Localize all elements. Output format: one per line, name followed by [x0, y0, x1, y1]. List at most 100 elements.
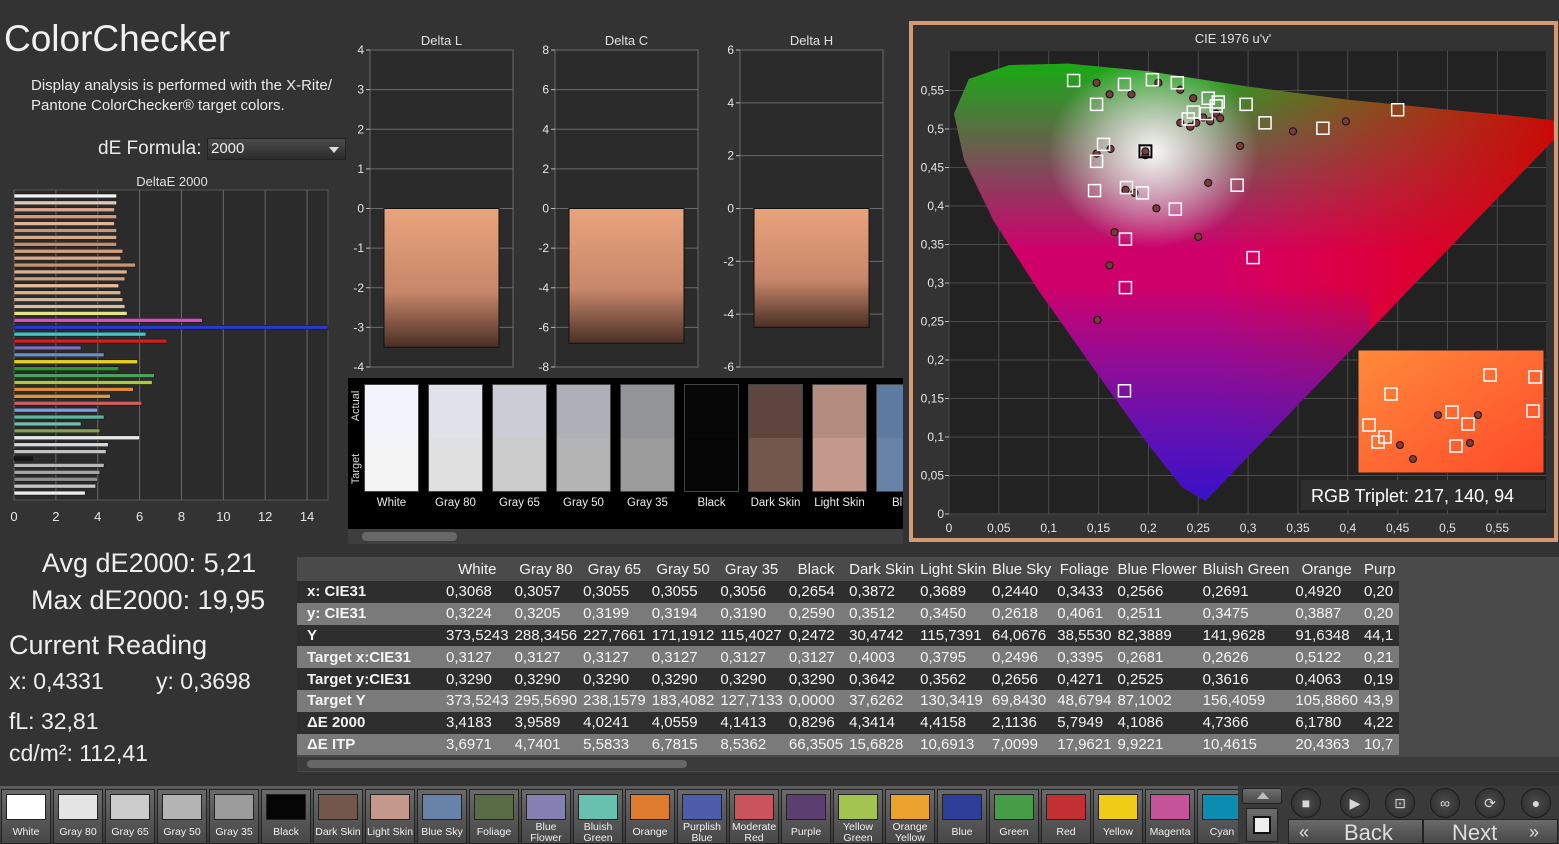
patch-swatch [1150, 794, 1190, 820]
table-cell: 0,0000 [785, 689, 847, 712]
patch-button[interactable]: Bluish Green [573, 789, 623, 844]
refresh-button[interactable]: ⟳ [1475, 788, 1505, 818]
table-column-header[interactable]: Blue Sky [989, 557, 1055, 581]
patch-button[interactable]: White [1, 789, 51, 844]
swatch-pair [684, 384, 739, 492]
table-column-header[interactable]: Orange [1292, 557, 1361, 581]
record-stop-icon: ■ [1301, 795, 1311, 811]
delta-chart-1: Delta C 8 6 4 2 0 -2 -4 -6 -8 [538, 33, 699, 374]
cie-y-tick-label: 0,05 [921, 469, 945, 483]
patch-button[interactable]: Blue [937, 789, 987, 844]
table-cell: 0,21 [1360, 646, 1399, 669]
swatch-target [877, 438, 903, 491]
table-column-header[interactable]: Gray 35 [717, 557, 786, 581]
table-column-header[interactable]: Gray 80 [511, 557, 581, 581]
swatch-target [557, 438, 610, 491]
cie-y-tick-label: 0,55 [921, 84, 945, 98]
record-dot-button[interactable]: ● [1521, 788, 1551, 818]
patch-button[interactable]: Gray 80 [53, 789, 103, 844]
patch-button[interactable]: Green [989, 789, 1039, 844]
double-chevron-right-icon: » [1529, 822, 1540, 842]
cie-actual-point [1186, 122, 1195, 131]
patch-button[interactable]: Magenta [1145, 789, 1195, 844]
table-column-header[interactable]: Foliage [1054, 557, 1115, 581]
patch-button[interactable]: Dark Skin [313, 789, 363, 844]
delta-tick-label: -6 [538, 320, 549, 334]
scroll-up-button[interactable] [1242, 788, 1282, 804]
table-cell: 0,8296 [785, 711, 847, 734]
cie-actual-point [1141, 147, 1150, 156]
patch-label: Black [273, 826, 299, 838]
table-row: Y 373,5243 288,3456 227,7661 171,1912 115,402… [297, 624, 1399, 647]
results-table-scrollbar[interactable] [297, 757, 1559, 771]
de-formula-select[interactable]: 2000 [207, 138, 346, 160]
table-cell: 6,7815 [648, 733, 718, 756]
table-column-header[interactable]: Light Skin [917, 557, 990, 581]
swatch-strip-scroll-thumb[interactable] [362, 532, 457, 541]
table-cell: 227,7661 [580, 624, 649, 647]
deltae-bar [13, 483, 96, 489]
delta-tick-label: 0 [542, 202, 549, 216]
patch-button[interactable]: Red [1041, 789, 1091, 844]
table-cell: 0,2496 [989, 646, 1055, 669]
table-column-header[interactable]: Bluish Green [1199, 557, 1293, 581]
next-button[interactable]: Next » [1423, 819, 1558, 844]
app-window: ColorChecker Display analysis is perform… [0, 0, 1559, 844]
deltae-bar [13, 366, 119, 371]
table-cell: 0,3057 [511, 581, 581, 603]
table-cell: 69,8430 [989, 689, 1055, 712]
table-column-header[interactable]: Dark Skin [846, 557, 918, 581]
patch-button[interactable]: Light Skin [365, 789, 415, 844]
patch-button[interactable]: Orange Yellow [885, 789, 935, 844]
table-cell: 9,9221 [1114, 733, 1200, 756]
deltae-bar [13, 449, 107, 454]
table-cell: 3,6971 [443, 733, 512, 756]
table-column-header[interactable]: Blue Flower [1114, 557, 1200, 581]
deltae-bar [13, 456, 34, 461]
cie-y-tick-label: 0,35 [921, 238, 945, 252]
table-column-header[interactable]: Black [785, 557, 847, 581]
table-cell: 0,3127 [511, 646, 581, 669]
patch-button[interactable]: Gray 50 [157, 789, 207, 844]
record-button[interactable]: ■ [1291, 788, 1321, 818]
stop-button[interactable] [1246, 808, 1278, 842]
table-column-header[interactable]: Gray 65 [580, 557, 649, 581]
table-row: Target x:CIE31 0,3127 0,3127 0,3127 0,3127 0,… [297, 646, 1399, 669]
patch-button[interactable]: Purple [781, 789, 831, 844]
back-button[interactable]: « Back [1288, 819, 1423, 844]
delta-tick-label: 4 [542, 122, 549, 136]
patch-button[interactable]: Yellow Green [833, 789, 883, 844]
patch-button[interactable]: Blue Flower [521, 789, 571, 844]
patch-button[interactable]: Yellow [1093, 789, 1143, 844]
table-cell: 0,2656 [989, 668, 1055, 690]
play-button[interactable]: ▶ [1340, 788, 1370, 818]
patch-button[interactable]: Gray 35 [209, 789, 259, 844]
cie-actual-point [1152, 204, 1161, 213]
patch-button[interactable]: Blue Sky [417, 789, 467, 844]
frame-button[interactable]: ⊡ [1385, 788, 1415, 818]
swatch-strip-scrollbar[interactable] [348, 529, 903, 544]
table-cell: 0,4920 [1292, 581, 1361, 603]
loop-button[interactable]: ∞ [1430, 788, 1460, 818]
table-column-header[interactable]: White [443, 557, 512, 581]
patch-button[interactable]: Orange [625, 789, 675, 844]
patch-button[interactable]: Purplish Blue [677, 789, 727, 844]
deltae-bar [13, 228, 117, 233]
patch-button[interactable]: Gray 65 [105, 789, 155, 844]
table-cell: 3,4183 [443, 711, 512, 734]
table-row-header: Target Y [297, 689, 443, 712]
deltae-bar [13, 380, 153, 385]
table-column-header[interactable]: Purp [1360, 557, 1399, 581]
patch-label: Gray 80 [59, 826, 97, 838]
table-column-header[interactable]: Gray 50 [648, 557, 718, 581]
current-cdm2: cd/m²: 112,41 [9, 740, 148, 766]
table-cell: 0,3290 [511, 668, 581, 690]
patch-button[interactable]: Black [261, 789, 311, 844]
patch-button[interactable]: Foliage [469, 789, 519, 844]
patch-button[interactable]: Moderate Red [729, 789, 779, 844]
cie-y-tick-label: 0,5 [927, 122, 944, 136]
table-cell: 43,9 [1360, 689, 1399, 712]
table-corner [297, 557, 443, 581]
results-table-scroll-thumb[interactable] [307, 760, 687, 768]
chevron-down-icon [329, 147, 339, 153]
